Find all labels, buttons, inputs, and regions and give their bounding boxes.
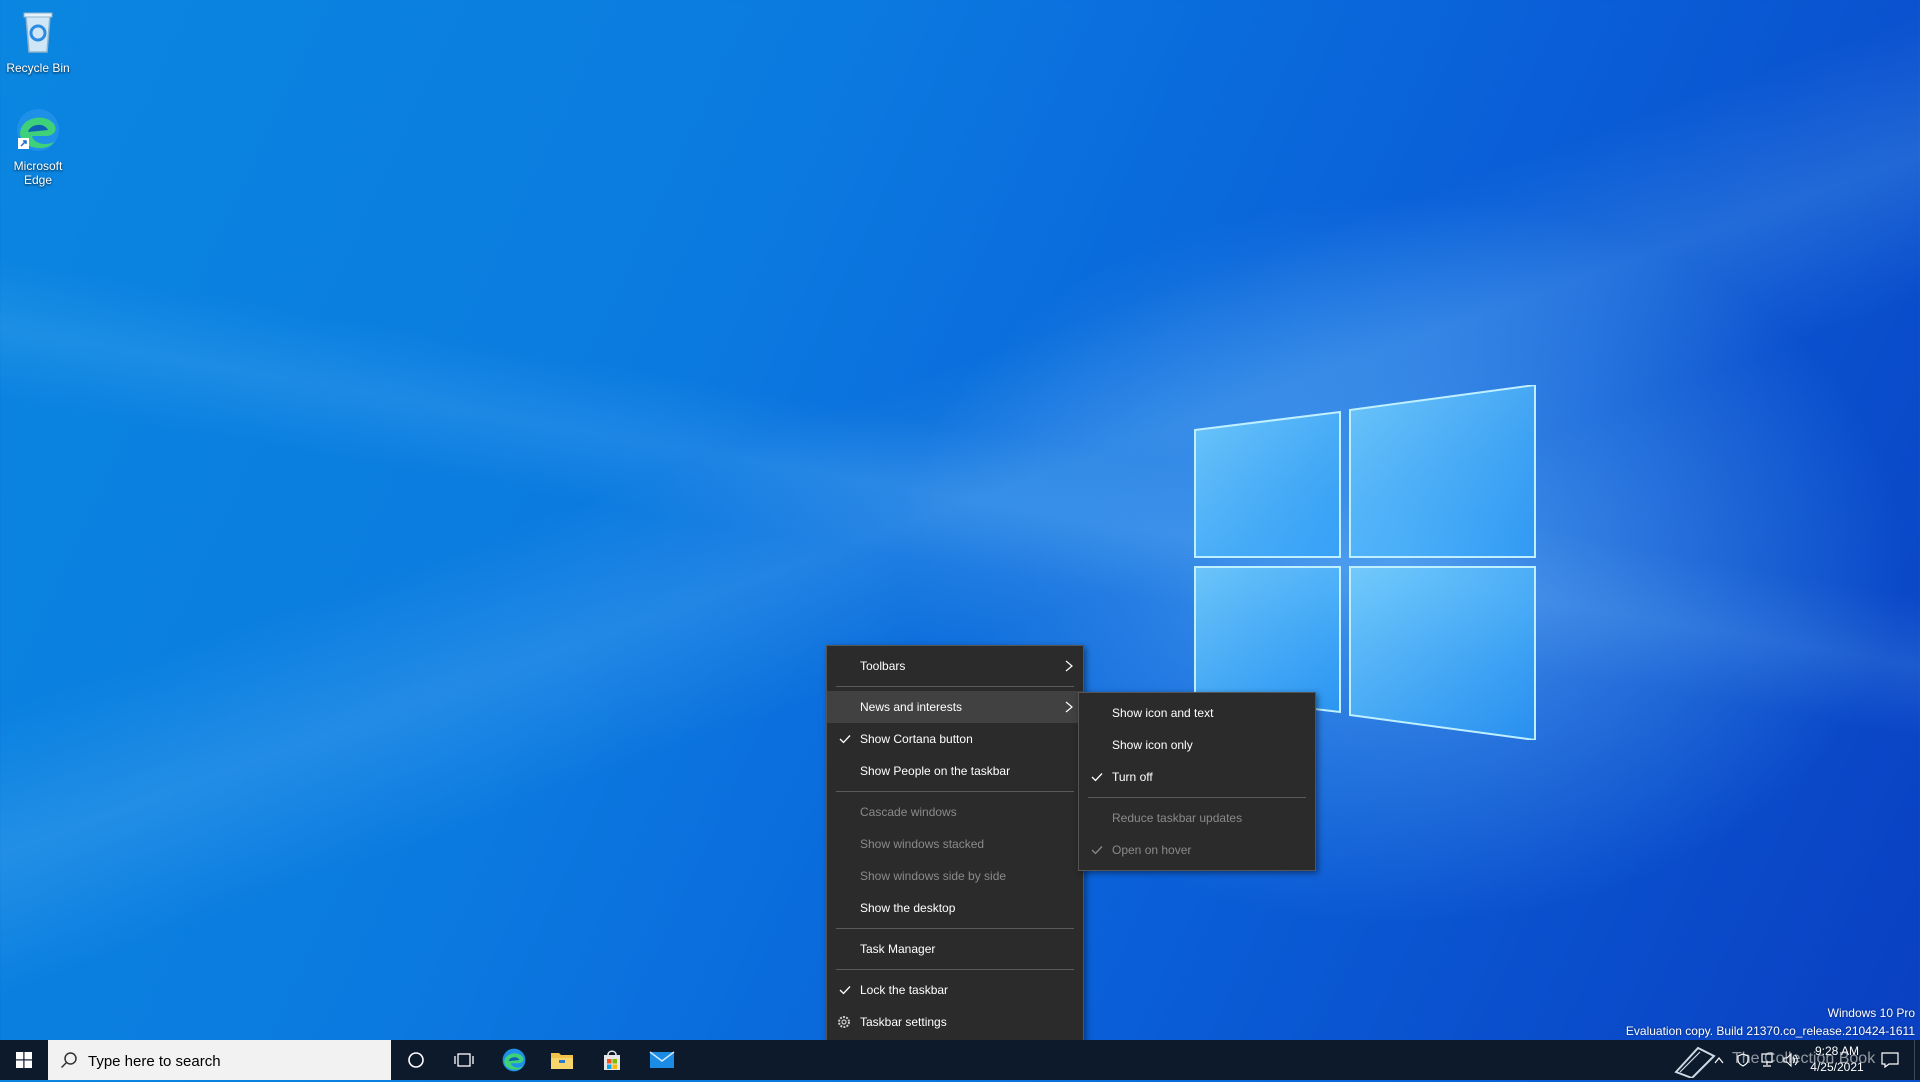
build-watermark-edition: Windows 10 Pro xyxy=(1827,1006,1915,1020)
mail-icon xyxy=(649,1051,675,1068)
menu-item-task-manager[interactable]: Task Manager xyxy=(827,933,1083,965)
checkmark-icon xyxy=(1091,846,1103,855)
shield-icon xyxy=(1737,1053,1749,1067)
clock[interactable]: 9:28 AM 4/25/2021 xyxy=(1806,1040,1868,1080)
build-watermark-build: Evaluation copy. Build 21370.co_release.… xyxy=(1625,1024,1915,1038)
menu-item-label: Toolbars xyxy=(860,659,906,673)
checkmark-icon xyxy=(839,735,851,744)
submenu-item-turn-off[interactable]: Turn off xyxy=(1079,761,1315,793)
menu-separator xyxy=(836,969,1074,970)
menu-item-label: Show People on the taskbar xyxy=(860,764,1011,778)
windows-logo-wallpaper xyxy=(1194,385,1536,740)
submenu-item-reduce-taskbar-updates[interactable]: Reduce taskbar updates xyxy=(1079,802,1315,834)
menu-item-taskbar-settings[interactable]: Taskbar settings xyxy=(827,1006,1083,1038)
menu-item-show-windows-stacked[interactable]: Show windows stacked xyxy=(827,828,1083,860)
desktop-icon-label: Microsoft Edge xyxy=(13,159,63,187)
volume-button[interactable] xyxy=(1778,1040,1804,1080)
taskbar-app-mail[interactable] xyxy=(638,1040,686,1080)
menu-separator xyxy=(1088,797,1306,798)
checkmark-icon xyxy=(839,986,851,995)
clock-time: 9:28 AM xyxy=(1814,1044,1860,1058)
menu-item-label: Show the desktop xyxy=(860,901,956,915)
menu-item-label: Show icon and text xyxy=(1112,706,1214,720)
taskbar-app-store[interactable] xyxy=(588,1040,636,1080)
menu-item-label: Task Manager xyxy=(860,942,936,956)
menu-item-show-people[interactable]: Show People on the taskbar xyxy=(827,755,1083,787)
windows-start-icon xyxy=(16,1052,32,1068)
desktop-icon-edge[interactable]: Microsoft Edge xyxy=(0,106,76,187)
action-center-button[interactable] xyxy=(1870,1040,1910,1080)
network-icon xyxy=(1761,1053,1773,1067)
store-icon xyxy=(604,1050,620,1070)
menu-item-label: Show icon only xyxy=(1112,738,1193,752)
menu-item-label: Cascade windows xyxy=(860,805,957,819)
taskbar-context-menu: Toolbars News and interests Show Cortana… xyxy=(826,645,1084,1043)
menu-item-lock-the-taskbar[interactable]: Lock the taskbar xyxy=(827,974,1083,1006)
menu-item-label: News and interests xyxy=(860,700,963,714)
menu-separator xyxy=(836,928,1074,929)
taskbar-search-box[interactable] xyxy=(48,1040,391,1082)
edge-icon xyxy=(17,109,59,151)
checkmark-icon xyxy=(1091,773,1103,782)
show-hidden-icons-button[interactable] xyxy=(1706,1040,1732,1080)
menu-item-label: Taskbar settings xyxy=(860,1015,947,1029)
notification-icon xyxy=(1881,1052,1899,1068)
chevron-right-icon xyxy=(1065,660,1073,672)
menu-item-toolbars[interactable]: Toolbars xyxy=(827,650,1083,682)
start-button[interactable] xyxy=(0,1040,48,1080)
menu-item-show-the-desktop[interactable]: Show the desktop xyxy=(827,892,1083,924)
submenu-item-open-on-hover[interactable]: Open on hover xyxy=(1079,834,1315,866)
network-button[interactable] xyxy=(1754,1040,1780,1080)
gear-icon xyxy=(838,1016,850,1028)
menu-item-label: Reduce taskbar updates xyxy=(1112,811,1243,825)
recycle-bin-icon xyxy=(23,12,53,53)
search-input[interactable] xyxy=(86,1040,380,1082)
task-view-icon xyxy=(454,1053,474,1067)
chevron-up-icon xyxy=(1714,1057,1724,1064)
edge-icon xyxy=(502,1048,526,1072)
menu-item-label: Open on hover xyxy=(1112,843,1192,857)
task-view-button[interactable] xyxy=(440,1040,488,1080)
menu-item-show-windows-side-by-side[interactable]: Show windows side by side xyxy=(827,860,1083,892)
menu-item-label: Lock the taskbar xyxy=(860,983,949,997)
cortana-icon xyxy=(408,1052,424,1068)
clock-date: 4/25/2021 xyxy=(1810,1060,1864,1074)
taskbar: The Collection Book 9:28 AM 4/25/2021 xyxy=(0,1040,1920,1082)
news-and-interests-submenu: Show icon and text Show icon only Turn o… xyxy=(1078,692,1316,871)
submenu-item-show-icon-only[interactable]: Show icon only xyxy=(1079,729,1315,761)
menu-item-label: Turn off xyxy=(1112,770,1153,784)
taskbar-app-edge[interactable] xyxy=(490,1040,538,1080)
menu-separator xyxy=(836,791,1074,792)
menu-item-label: Show windows stacked xyxy=(860,837,985,851)
taskbar-app-file-explorer[interactable] xyxy=(538,1040,586,1080)
speaker-icon xyxy=(1783,1053,1798,1067)
menu-item-label: Show Cortana button xyxy=(860,732,973,746)
desktop-icon-label: Recycle Bin xyxy=(6,61,70,75)
desktop-icon-recycle-bin[interactable]: Recycle Bin xyxy=(0,8,76,75)
submenu-item-show-icon-and-text[interactable]: Show icon and text xyxy=(1079,697,1315,729)
show-desktop-button[interactable] xyxy=(1914,1040,1920,1080)
menu-item-news-and-interests[interactable]: News and interests xyxy=(827,691,1083,723)
menu-separator xyxy=(836,686,1074,687)
file-explorer-icon xyxy=(551,1053,573,1069)
search-icon xyxy=(60,1052,77,1069)
cortana-button[interactable] xyxy=(392,1040,440,1080)
tray-status-button[interactable] xyxy=(1730,1040,1756,1080)
chevron-right-icon xyxy=(1065,701,1073,713)
menu-item-show-cortana-button[interactable]: Show Cortana button xyxy=(827,723,1083,755)
menu-item-label: Show windows side by side xyxy=(860,869,1007,883)
menu-item-cascade-windows[interactable]: Cascade windows xyxy=(827,796,1083,828)
